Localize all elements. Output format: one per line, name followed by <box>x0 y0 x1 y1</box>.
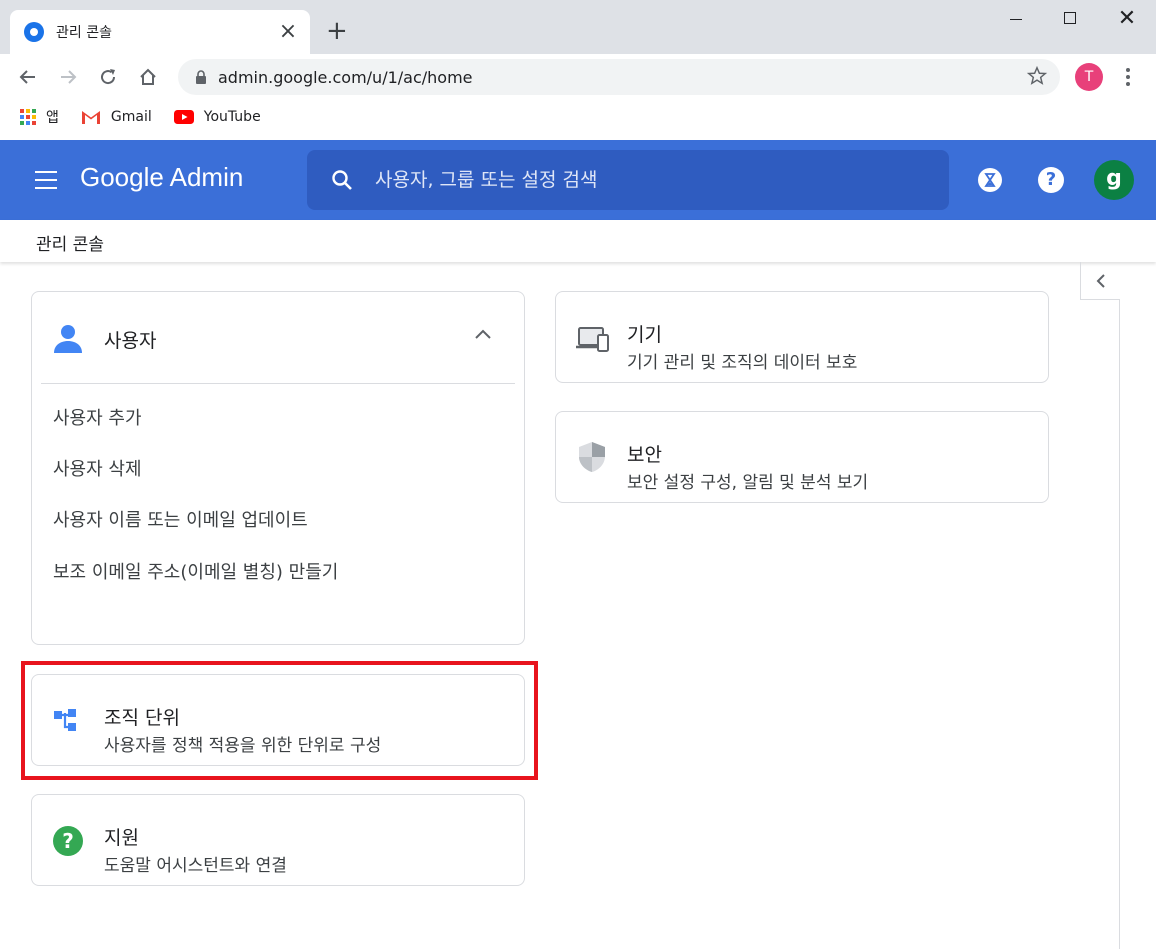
bookmark-youtube[interactable]: YouTube <box>173 109 261 125</box>
tab-title: 관리 콘솔 <box>56 25 112 41</box>
new-tab-button[interactable]: + <box>326 18 348 44</box>
devices-subtitle: 기기 관리 및 조직의 데이터 보호 <box>627 353 858 373</box>
help-circle-icon: ? <box>53 826 83 856</box>
youtube-icon <box>173 110 194 124</box>
hourglass-icon[interactable] <box>978 168 1002 192</box>
browser-toolbar: admin.google.com/u/1/ac/home T <box>0 54 1156 100</box>
back-button[interactable] <box>14 63 42 91</box>
svg-text:?: ? <box>62 829 74 853</box>
bookmark-label: YouTube <box>203 109 261 125</box>
delete-user-link[interactable]: 사용자 삭제 <box>53 455 142 481</box>
support-card[interactable]: ? 지원 도움말 어시스턴트와 연결 <box>31 794 525 886</box>
forward-button[interactable] <box>54 63 82 91</box>
back-arrow-icon <box>19 70 35 84</box>
bookmark-label: Gmail <box>110 109 152 125</box>
gmail-icon <box>81 111 100 124</box>
create-alias-link[interactable]: 보조 이메일 주소(이메일 별칭) 만들기 <box>53 558 338 584</box>
bookmark-label: 앱 <box>46 110 59 126</box>
address-bar[interactable]: admin.google.com/u/1/ac/home <box>178 59 1060 95</box>
lock-icon <box>196 70 206 84</box>
maximize-button[interactable] <box>1050 6 1090 34</box>
forward-arrow-icon <box>61 70 77 84</box>
reload-icon <box>101 69 116 85</box>
chevron-left-icon <box>1096 273 1105 288</box>
url-text: admin.google.com/u/1/ac/home <box>218 67 473 87</box>
close-tab-icon[interactable]: × <box>278 21 298 43</box>
devices-title: 기기 <box>627 324 662 346</box>
divider <box>41 383 515 384</box>
bookmark-apps[interactable]: 앱 <box>20 107 59 127</box>
apps-grid-icon <box>20 109 36 125</box>
users-card-title: 사용자 <box>104 330 157 352</box>
security-subtitle: 보안 설정 구성, 알림 및 분석 보기 <box>627 473 869 493</box>
reload-button[interactable] <box>94 63 122 91</box>
browser-menu-icon[interactable] <box>1118 63 1138 91</box>
collapse-panel-button[interactable] <box>1080 262 1120 300</box>
support-subtitle: 도움말 어시스턴트와 연결 <box>104 856 287 876</box>
devices-icon <box>576 327 609 352</box>
shield-icon <box>579 442 605 472</box>
admin-search[interactable] <box>307 150 949 210</box>
users-card-header[interactable]: 사용자 <box>32 292 526 384</box>
home-button[interactable] <box>134 63 162 91</box>
minimize-button[interactable] <box>996 6 1036 34</box>
account-avatar[interactable]: g <box>1094 160 1134 200</box>
breadcrumb-bar: 관리 콘솔 <box>0 220 1156 262</box>
browser-profile-avatar[interactable]: T <box>1075 63 1103 91</box>
security-card[interactable]: 보안 보안 설정 구성, 알림 및 분석 보기 <box>555 411 1049 503</box>
tab-strip: 관리 콘솔 × + ✕ <box>0 0 1156 54</box>
search-icon <box>332 170 352 190</box>
devices-card[interactable]: 기기 기기 관리 및 조직의 데이터 보호 <box>555 291 1049 383</box>
users-card: 사용자 사용자 추가 사용자 삭제 사용자 이름 또는 이메일 업데이트 보조 … <box>31 291 525 645</box>
home-icon <box>140 68 156 85</box>
search-input[interactable] <box>375 169 915 191</box>
security-title: 보안 <box>627 444 662 466</box>
chevron-up-icon <box>475 329 491 339</box>
add-user-link[interactable]: 사용자 추가 <box>53 404 142 430</box>
main-menu-icon[interactable] <box>35 171 57 189</box>
update-username-link[interactable]: 사용자 이름 또는 이메일 업데이트 <box>53 506 308 532</box>
browser-tab[interactable]: 관리 콘솔 × <box>10 10 310 54</box>
breadcrumb[interactable]: 관리 콘솔 <box>36 230 104 255</box>
panel-divider <box>1119 300 1120 949</box>
admin-favicon-icon <box>24 22 44 42</box>
bookmark-star-icon <box>1026 65 1048 85</box>
bookmark-gmail[interactable]: Gmail <box>81 109 152 125</box>
bookmarks-bar: 앱 Gmail YouTube <box>0 100 1156 134</box>
help-icon[interactable]: ? <box>1038 167 1064 193</box>
brand-logo[interactable]: Google Admin <box>80 162 243 193</box>
window-close-button[interactable]: ✕ <box>1107 6 1147 34</box>
highlight-box <box>21 661 538 780</box>
support-title: 지원 <box>104 827 139 849</box>
person-icon <box>54 325 82 353</box>
